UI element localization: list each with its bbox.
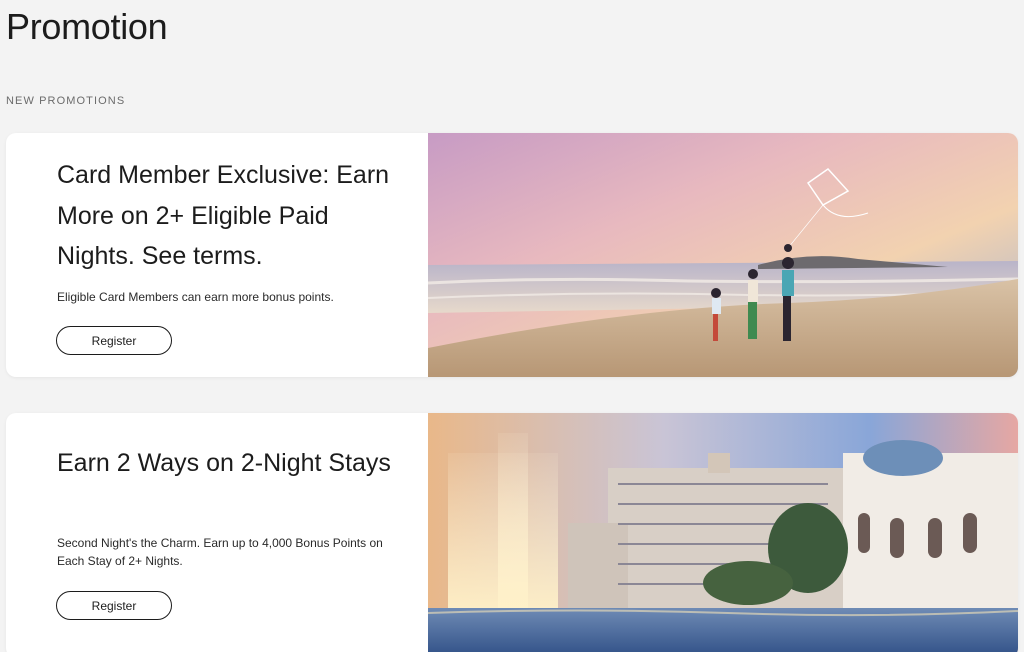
family-on-beach-image — [428, 133, 1018, 377]
page-title: Promotion — [6, 6, 168, 47]
promotion-description: Eligible Card Members can earn more bonu… — [57, 290, 334, 304]
promotion-card: Earn 2 Ways on 2-Night Stays Second Nigh… — [6, 413, 1018, 652]
section-label: NEW PROMOTIONS — [6, 95, 126, 107]
promotion-card-text: Earn 2 Ways on 2-Night Stays Second Nigh… — [6, 413, 428, 652]
register-button[interactable]: Register — [56, 591, 172, 620]
promotion-description: Second Night's the Charm. Earn up to 4,0… — [57, 536, 383, 568]
register-button[interactable]: Register — [56, 326, 172, 355]
resort-with-fountains-image — [428, 413, 1018, 652]
promotion-title: Earn 2 Ways on 2-Night Stays — [57, 449, 391, 477]
promotion-title: Card Member Exclusive: Earn More on 2+ E… — [57, 161, 390, 270]
resort-illustration — [428, 413, 1018, 652]
promotion-card: Card Member Exclusive: Earn More on 2+ E… — [6, 133, 1018, 377]
promotion-card-text: Card Member Exclusive: Earn More on 2+ E… — [6, 133, 428, 377]
beach-illustration — [428, 133, 1018, 377]
